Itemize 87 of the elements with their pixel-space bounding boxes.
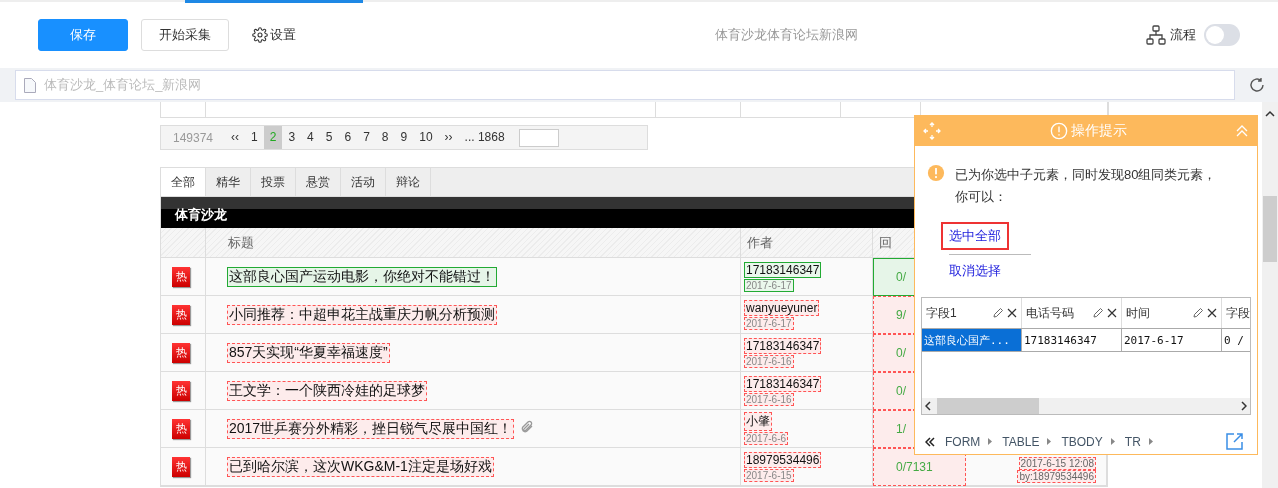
back-icon[interactable] (925, 436, 935, 447)
thread-title[interactable]: 小同推荐：中超申花主战重庆力帆分析预测 (227, 304, 497, 325)
post-date: 2017-6-17 (744, 316, 794, 330)
breadcrumb-link[interactable]: TR (1124, 434, 1141, 449)
page-link[interactable]: ‹‹ (225, 126, 246, 149)
page-link[interactable]: 9 (394, 126, 414, 149)
caret-icon (988, 438, 993, 445)
settings-icon (252, 27, 268, 43)
info-icon (1049, 121, 1068, 140)
preview-cell[interactable]: 17183146347 (1022, 328, 1122, 352)
author-name[interactable]: 18979534496 (744, 451, 822, 468)
close-icon[interactable] (1107, 308, 1117, 318)
caret-icon (1110, 438, 1115, 445)
edit-icon[interactable] (992, 307, 1004, 319)
post-date: 2017-6-6 (744, 432, 789, 445)
post-date: 2017-6-17 (744, 278, 794, 292)
page-link[interactable]: ... 1868 (458, 126, 511, 149)
last-post-author: by:18979534496 (1017, 470, 1096, 483)
flow-label: 流程 (1170, 26, 1196, 44)
post-date: 2017-6-16 (744, 354, 794, 368)
post-date: 2017-6-15 (744, 468, 794, 482)
page-link[interactable]: 10 (413, 126, 439, 149)
close-icon[interactable] (1207, 308, 1217, 318)
preview-column-header: 字段 (1226, 304, 1250, 322)
preview-cell[interactable]: 这部良心国产... (922, 328, 1022, 352)
paperclip-icon (520, 420, 535, 434)
edit-icon[interactable] (1092, 307, 1104, 319)
hot-badge: 热 (172, 380, 190, 401)
thread-title[interactable]: 这部良心国产运动电影，你绝对不能错过！ (227, 266, 497, 287)
edit-icon[interactable] (1192, 307, 1204, 319)
breadcrumb-link[interactable]: TBODY (1061, 434, 1103, 449)
refresh-icon[interactable] (1249, 77, 1265, 93)
thread-title[interactable]: 2017世乒赛分外精彩，挫日锐气尽展中国红！ (227, 418, 515, 439)
post-date: 2017-6-16 (744, 392, 794, 406)
scroll-right-icon[interactable] (1241, 401, 1247, 411)
horizontal-scrollbar[interactable] (922, 398, 1250, 414)
panel-title: 操作提示 (1049, 121, 1127, 140)
author-name[interactable]: 17183146347 (744, 261, 822, 278)
flowchart-icon (1146, 25, 1166, 45)
settings-button[interactable]: 设置 (252, 26, 296, 44)
page-link[interactable]: 4 (301, 126, 320, 149)
flow-toggle[interactable] (1204, 24, 1240, 46)
action-link[interactable]: 选中全部 (941, 222, 1009, 250)
scrollbar[interactable] (1262, 102, 1278, 488)
page-title: 体育沙龙体育论坛新浪网 (713, 26, 859, 44)
forum-tab[interactable]: 全部 (161, 168, 206, 196)
author-name[interactable]: wanyueyuner (744, 299, 820, 316)
thread-title[interactable]: 已到哈尔滨，这次WKG&M-1注定是场好戏 (227, 456, 494, 477)
preview-column-header: 电话号码 (1026, 304, 1075, 322)
page-link[interactable]: 8 (375, 126, 395, 149)
page-link[interactable]: ›› (438, 126, 459, 149)
hot-badge: 热 (172, 418, 190, 439)
scroll-up-icon[interactable] (1265, 110, 1275, 118)
author-name[interactable]: 17183146347 (744, 375, 822, 392)
scrollbar-thumb[interactable] (1263, 196, 1277, 262)
hot-badge: 热 (172, 342, 190, 363)
preview-cell[interactable]: 0 / (1222, 328, 1250, 352)
caret-icon (1148, 438, 1153, 445)
page-link[interactable]: 6 (338, 126, 358, 149)
preview-cell[interactable]: 2017-6-17 (1122, 328, 1222, 352)
thread-title[interactable]: 857天实现“华夏幸福速度” (227, 342, 390, 363)
preview-column-header: 字段1 (926, 304, 958, 322)
hot-badge: 热 (172, 456, 190, 477)
author-name[interactable]: 小肇 (744, 412, 772, 431)
hot-badge: 热 (172, 304, 190, 325)
preview-column-header: 时间 (1126, 304, 1151, 322)
caret-icon (1047, 438, 1052, 445)
document-icon (24, 77, 36, 93)
author-name[interactable]: 17183146347 (744, 337, 822, 354)
column-header: 标题 (206, 228, 741, 258)
start-button[interactable]: 开始采集 (141, 19, 229, 51)
warning-icon (927, 164, 945, 182)
column-header: 作者 (741, 228, 873, 258)
page-link[interactable]: 5 (319, 126, 339, 149)
last-post-time: 2017-6-15 12:08 (1018, 457, 1096, 470)
page-input[interactable] (518, 128, 559, 147)
scrollbar-thumb[interactable] (937, 398, 1039, 414)
external-link-icon[interactable] (1226, 433, 1243, 450)
pagination: 149374 ‹‹ 1 2 3 4 5 6 7 8 9 10 ›› ... 1868 (160, 125, 648, 150)
page-link[interactable]: 1 (245, 126, 264, 149)
hot-badge: 热 (172, 266, 190, 287)
breadcrumb-link[interactable]: TABLE (1002, 434, 1040, 449)
thread-title[interactable]: 王文学：一个陕西冷娃的足球梦 (227, 380, 427, 401)
page-link[interactable]: 3 (282, 126, 302, 149)
page-link[interactable]: 7 (357, 126, 376, 149)
close-icon[interactable] (1007, 308, 1017, 318)
scroll-left-icon[interactable] (925, 401, 931, 411)
